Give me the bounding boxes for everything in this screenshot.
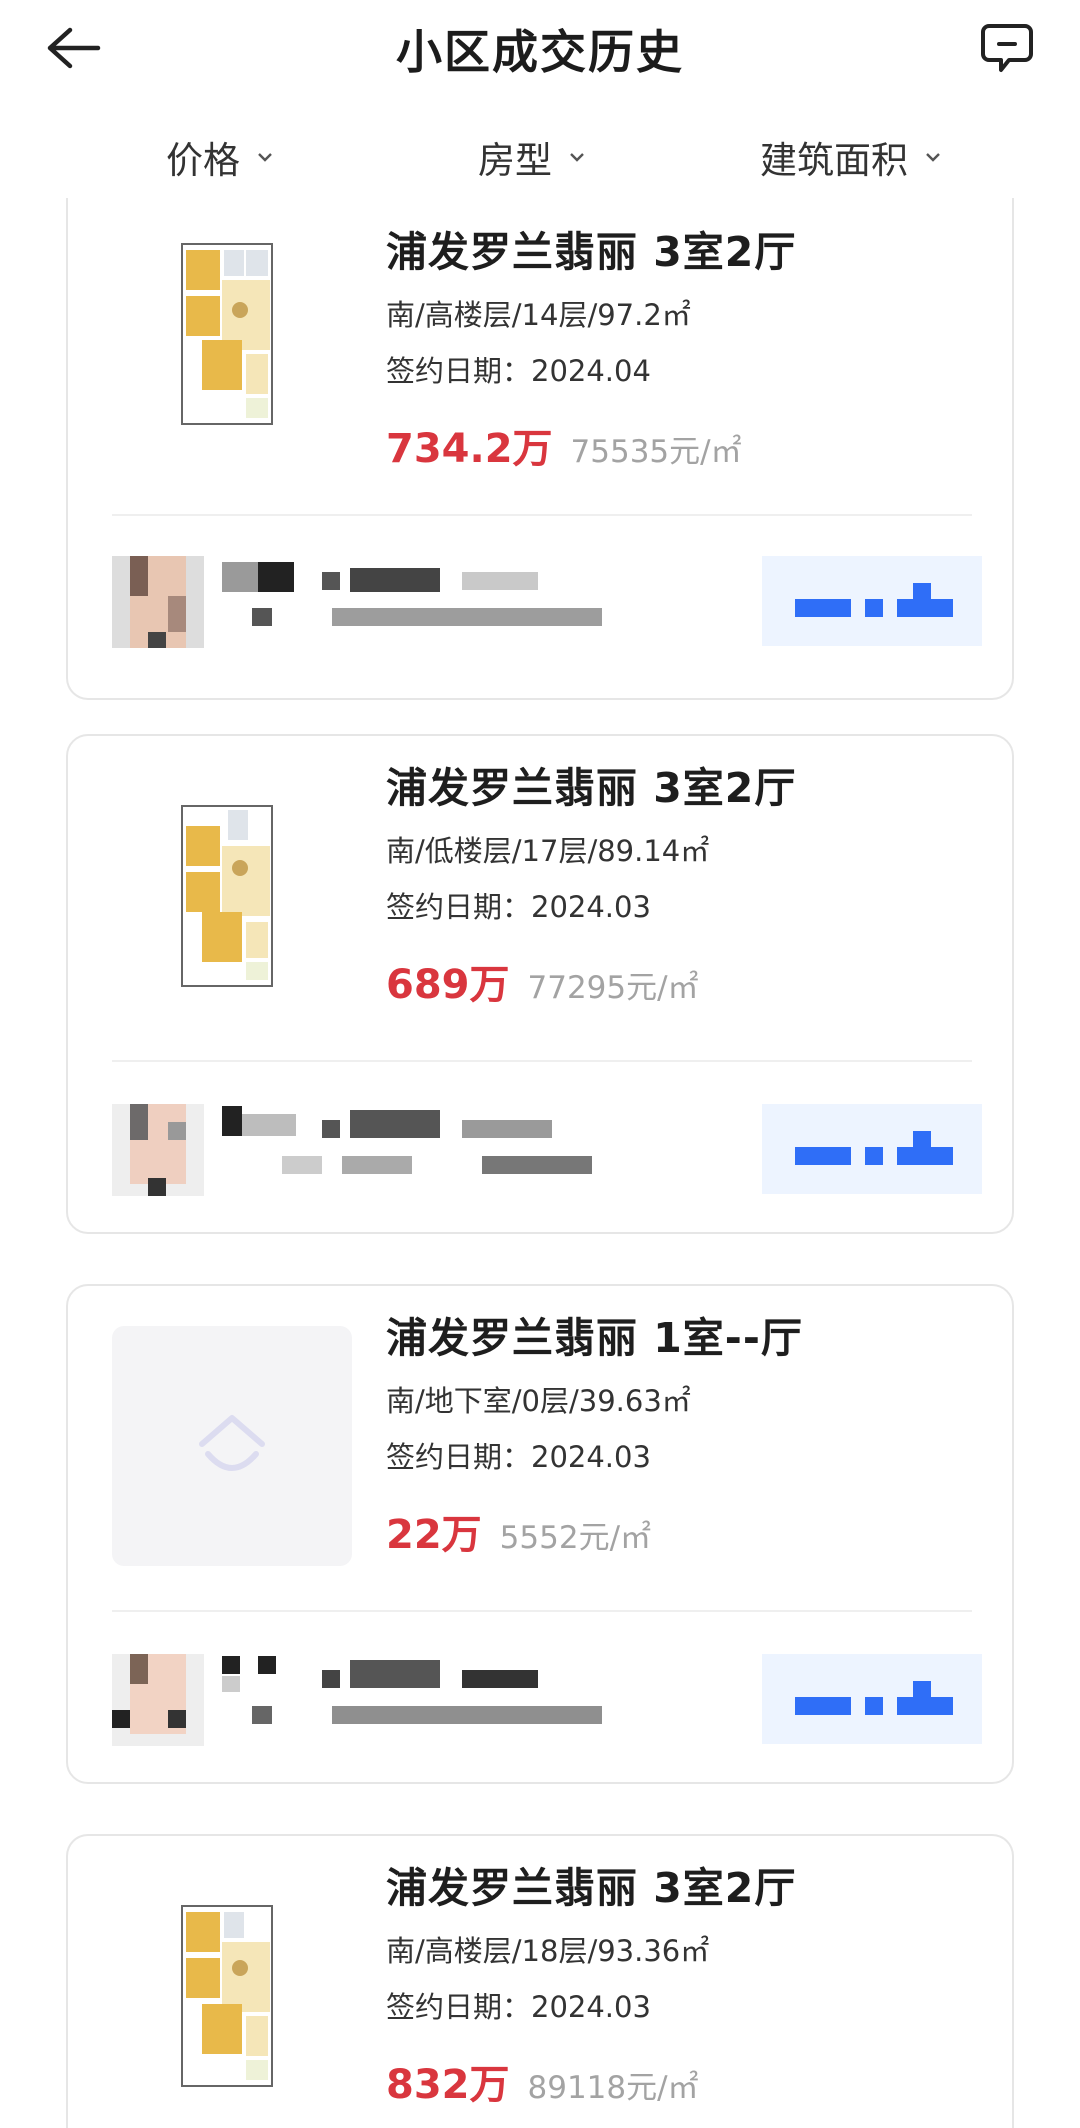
listing-info: 浦发罗兰翡丽 3室2厅 南/高楼层/18层/93.36㎡ 签约日期：2024.0… xyxy=(386,1854,986,2110)
listing-price: 832万 xyxy=(386,2062,510,2108)
listing-info: 浦发罗兰翡丽 3室2厅 南/高楼层/14层/97.2㎡ 签约日期：2024.04… xyxy=(386,218,986,474)
listing-card[interactable]: 浦发罗兰翡丽 3室2厅 南/高楼层/14层/97.2㎡ 签约日期：2024.04… xyxy=(66,198,1014,700)
contact-label-pixelated xyxy=(795,1131,953,1165)
listing-card[interactable]: 浦发罗兰翡丽 3室2厅 南/高楼层/18层/93.36㎡ 签约日期：2024.0… xyxy=(66,1834,1014,2128)
chevron-down-icon xyxy=(566,146,588,168)
listing-date: 签约日期：2024.04 xyxy=(386,354,651,388)
chevron-down-icon xyxy=(254,146,276,168)
listing-meta: 南/高楼层/14层/97.2㎡ xyxy=(386,298,691,332)
contact-label-pixelated xyxy=(795,583,953,617)
agent-info-pixelated xyxy=(222,1100,662,1196)
listing-card[interactable]: 浦发罗兰翡丽 3室2厅 南/低楼层/17层/89.14㎡ 签约日期：2024.0… xyxy=(66,734,1014,1234)
chat-bubble-icon xyxy=(981,24,1033,72)
filter-label: 房型 xyxy=(478,139,552,182)
header-bar: 小区成交历史 xyxy=(0,0,1080,100)
floorplan-image xyxy=(112,1876,352,2116)
agent-avatar-pixelated xyxy=(112,556,204,648)
listing-name: 浦发罗兰翡丽 3室2厅 xyxy=(386,1864,797,1912)
listing-name: 浦发罗兰翡丽 1室--厅 xyxy=(386,1314,803,1362)
agent-info-pixelated xyxy=(222,1650,662,1746)
agent-row xyxy=(112,1100,982,1196)
listing-unit-price: 5552元/㎡ xyxy=(499,1520,652,1556)
contact-agent-button[interactable] xyxy=(762,556,982,646)
agent-info-pixelated xyxy=(222,552,662,648)
contact-agent-button[interactable] xyxy=(762,1104,982,1194)
floorplan-image xyxy=(112,214,352,454)
listing-date: 签约日期：2024.03 xyxy=(386,1440,651,1474)
message-button[interactable] xyxy=(972,16,1042,80)
listing-unit-price: 89118元/㎡ xyxy=(527,2070,699,2106)
listing-name: 浦发罗兰翡丽 3室2厅 xyxy=(386,764,797,812)
page-title: 小区成交历史 xyxy=(396,25,684,79)
house-logo-icon xyxy=(199,1415,265,1471)
listing-info: 浦发罗兰翡丽 3室2厅 南/低楼层/17层/89.14㎡ 签约日期：2024.0… xyxy=(386,754,986,1010)
divider xyxy=(112,514,972,516)
divider xyxy=(112,1060,972,1062)
listing-card[interactable]: 浦发罗兰翡丽 1室--厅 南/地下室/0层/39.63㎡ 签约日期：2024.0… xyxy=(66,1284,1014,1784)
listing-price: 689万 xyxy=(386,962,510,1008)
filter-bar: 价格 房型 建筑面积 xyxy=(0,118,1080,198)
listing-date: 签约日期：2024.03 xyxy=(386,890,651,924)
listing-meta: 南/高楼层/18层/93.36㎡ xyxy=(386,1934,710,1968)
listing-price: 734.2万 xyxy=(386,426,553,472)
divider xyxy=(112,1610,972,1612)
listing-unit-price: 75535元/㎡ xyxy=(570,434,742,470)
filter-layout[interactable]: 房型 xyxy=(478,130,588,184)
listing-price: 22万 xyxy=(386,1512,482,1558)
listing-meta: 南/低楼层/17层/89.14㎡ xyxy=(386,834,710,868)
filter-price[interactable]: 价格 xyxy=(166,130,276,184)
listing-name: 浦发罗兰翡丽 3室2厅 xyxy=(386,228,797,276)
listing-info: 浦发罗兰翡丽 1室--厅 南/地下室/0层/39.63㎡ 签约日期：2024.0… xyxy=(386,1304,986,1560)
filter-label: 建筑面积 xyxy=(760,139,908,182)
contact-label-pixelated xyxy=(795,1681,953,1715)
agent-row xyxy=(112,552,982,648)
agent-avatar-pixelated xyxy=(112,1104,204,1196)
agent-avatar-pixelated xyxy=(112,1654,204,1746)
listing-unit-price: 77295元/㎡ xyxy=(527,970,699,1006)
filter-label: 价格 xyxy=(166,139,240,182)
chevron-down-icon xyxy=(922,146,944,168)
agent-row xyxy=(112,1650,982,1746)
floorplan-image xyxy=(112,776,352,1016)
image-placeholder xyxy=(112,1326,352,1566)
contact-agent-button[interactable] xyxy=(762,1654,982,1744)
listing-meta: 南/地下室/0层/39.63㎡ xyxy=(386,1384,691,1418)
filter-area[interactable]: 建筑面积 xyxy=(760,130,944,184)
listing-date: 签约日期：2024.03 xyxy=(386,1990,651,2024)
